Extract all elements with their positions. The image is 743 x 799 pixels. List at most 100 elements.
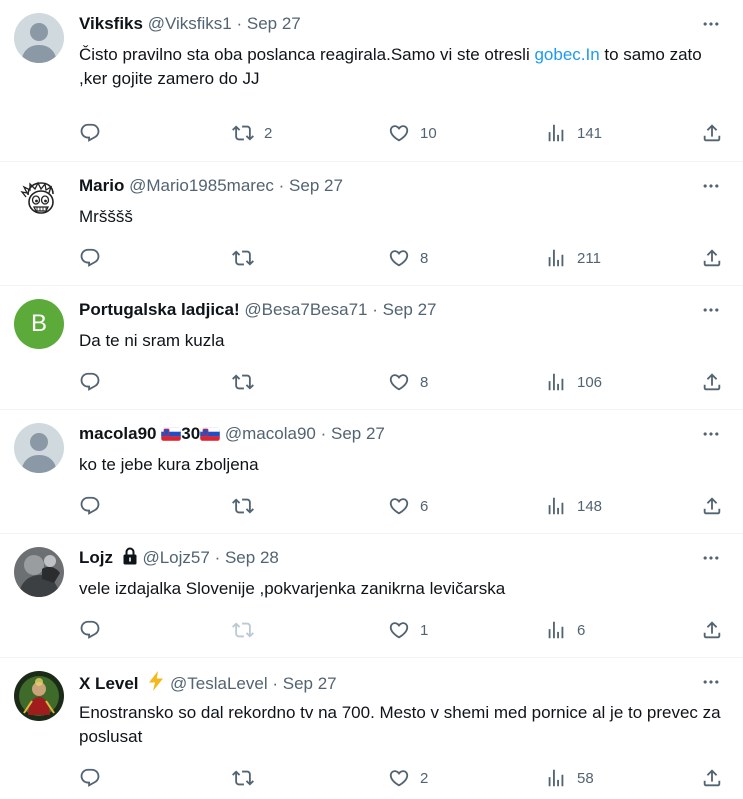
views-button[interactable]: 6 bbox=[545, 618, 585, 642]
avatar[interactable] bbox=[14, 423, 64, 473]
like-button[interactable]: 6 bbox=[388, 494, 428, 518]
like-button[interactable]: 1 bbox=[388, 618, 428, 642]
share-button[interactable] bbox=[701, 370, 723, 394]
heart-icon bbox=[388, 619, 410, 641]
views-button[interactable]: 58 bbox=[545, 766, 594, 790]
share-button[interactable] bbox=[701, 618, 723, 642]
photo-avatar-icon bbox=[14, 671, 64, 721]
display-name[interactable]: X Level bbox=[79, 674, 139, 693]
share-button[interactable] bbox=[701, 494, 723, 518]
tweet-header: macola90 30 @macola90 · Sep 27 bbox=[79, 423, 683, 445]
views-button[interactable]: 148 bbox=[545, 494, 602, 518]
reply-icon bbox=[79, 619, 101, 641]
action-bar: 8 211 bbox=[79, 246, 723, 270]
display-name[interactable]: macola90 30 bbox=[79, 424, 221, 443]
more-options-button[interactable] bbox=[699, 13, 723, 35]
views-button[interactable]: 141 bbox=[545, 121, 602, 145]
handle[interactable]: @Mario1985marec bbox=[129, 176, 274, 195]
like-count: 8 bbox=[420, 249, 429, 267]
reply-button[interactable] bbox=[79, 618, 111, 642]
reply-button[interactable] bbox=[79, 766, 111, 790]
handle[interactable]: @macola90 bbox=[225, 424, 316, 443]
reply-button[interactable] bbox=[79, 494, 111, 518]
reply-button[interactable] bbox=[79, 370, 111, 394]
share-button[interactable] bbox=[701, 121, 723, 145]
like-button[interactable]: 8 bbox=[388, 370, 428, 394]
display-name[interactable]: Mario bbox=[79, 176, 124, 195]
like-count: 2 bbox=[420, 769, 429, 787]
display-name[interactable]: Lojz bbox=[79, 548, 113, 567]
display-name[interactable]: Viksfiks bbox=[79, 14, 143, 33]
retweet-button[interactable] bbox=[232, 494, 264, 518]
views-button[interactable]: 106 bbox=[545, 370, 602, 394]
timestamp[interactable]: Sep 27 bbox=[331, 424, 385, 443]
tweet[interactable]: macola90 30 @macola90 · Sep 27 ko te jeb… bbox=[0, 410, 743, 534]
retweet-button[interactable]: 2 bbox=[232, 121, 272, 145]
avatar[interactable] bbox=[14, 547, 64, 597]
tweet-text: Čisto pravilno sta oba poslanca reagiral… bbox=[79, 43, 723, 91]
tweet-header: X Level @TeslaLevel · Sep 27 bbox=[79, 671, 683, 693]
more-options-button[interactable] bbox=[699, 423, 723, 445]
retweet-button[interactable] bbox=[232, 370, 264, 394]
timestamp[interactable]: Sep 27 bbox=[383, 300, 437, 319]
tweet-header: Mario @Mario1985marec · Sep 27 bbox=[79, 175, 683, 197]
handle[interactable]: @Lojz57 bbox=[142, 548, 209, 567]
like-button[interactable]: 10 bbox=[388, 121, 437, 145]
like-button[interactable]: 8 bbox=[388, 246, 428, 270]
reply-feed: Viksfiks @Viksfiks1 · Sep 27 Čisto pravi… bbox=[0, 0, 743, 799]
views-button[interactable]: 211 bbox=[545, 246, 601, 270]
timestamp[interactable]: Sep 27 bbox=[283, 674, 337, 693]
reply-icon bbox=[79, 371, 101, 393]
tweet-text: ko te jebe kura zboljena bbox=[79, 455, 259, 474]
like-count: 10 bbox=[420, 124, 437, 142]
heart-icon bbox=[388, 247, 410, 269]
retweet-icon bbox=[232, 122, 254, 144]
more-options-button[interactable] bbox=[699, 299, 723, 321]
more-options-button[interactable] bbox=[699, 175, 723, 197]
more-options-button[interactable] bbox=[699, 671, 723, 693]
reply-button[interactable] bbox=[79, 121, 111, 145]
tweet[interactable]: Mario @Mario1985marec · Sep 27 Mršššš 8 … bbox=[0, 162, 743, 286]
share-button[interactable] bbox=[701, 246, 723, 270]
tweet[interactable]: X Level @TeslaLevel · Sep 27 Enostransko… bbox=[0, 658, 743, 799]
tweet-text: Da te ni sram kuzla bbox=[79, 331, 225, 350]
action-bar: 6 148 bbox=[79, 494, 723, 518]
action-bar: 1 6 bbox=[79, 618, 723, 642]
reply-icon bbox=[79, 767, 101, 789]
retweet-button[interactable] bbox=[232, 246, 264, 270]
timestamp[interactable]: Sep 28 bbox=[225, 548, 279, 567]
more-options-button[interactable] bbox=[699, 547, 723, 569]
more-icon bbox=[701, 300, 721, 320]
avatar[interactable]: B bbox=[14, 299, 64, 349]
action-bar: 2 10 141 bbox=[79, 121, 723, 145]
retweet-icon bbox=[232, 247, 254, 269]
retweet-button[interactable] bbox=[232, 766, 264, 790]
tweet[interactable]: B Portugalska ladjica! @Besa7Besa71 · Se… bbox=[0, 286, 743, 410]
like-count: 6 bbox=[420, 497, 429, 515]
handle[interactable]: @TeslaLevel bbox=[170, 674, 268, 693]
tweet-header: Portugalska ladjica! @Besa7Besa71 · Sep … bbox=[79, 299, 683, 321]
tweet-link[interactable]: gobec.In bbox=[534, 45, 599, 64]
share-button[interactable] bbox=[701, 766, 723, 790]
like-button[interactable]: 2 bbox=[388, 766, 428, 790]
avatar[interactable] bbox=[14, 175, 64, 225]
slovenia-flag-icon bbox=[200, 427, 221, 441]
tweet[interactable]: Viksfiks @Viksfiks1 · Sep 27 Čisto pravi… bbox=[0, 0, 743, 162]
handle[interactable]: @Viksfiks1 bbox=[148, 14, 232, 33]
display-name[interactable]: Portugalska ladjica! bbox=[79, 300, 240, 319]
avatar[interactable] bbox=[14, 671, 64, 721]
share-icon bbox=[701, 767, 723, 789]
like-count: 8 bbox=[420, 373, 429, 391]
heart-icon bbox=[388, 371, 410, 393]
share-icon bbox=[701, 495, 723, 517]
tweet[interactable]: Lojz @Lojz57 · Sep 28 vele izdajalka Slo… bbox=[0, 534, 743, 658]
view-count: 141 bbox=[577, 124, 603, 142]
handle[interactable]: @Besa7Besa71 bbox=[244, 300, 367, 319]
timestamp[interactable]: Sep 27 bbox=[289, 176, 343, 195]
avatar[interactable] bbox=[14, 13, 64, 63]
reply-button[interactable] bbox=[79, 246, 111, 270]
retweet-icon bbox=[232, 371, 254, 393]
timestamp[interactable]: Sep 27 bbox=[247, 14, 301, 33]
name-part: 30 bbox=[181, 424, 201, 443]
retweet-count: 2 bbox=[264, 124, 273, 142]
